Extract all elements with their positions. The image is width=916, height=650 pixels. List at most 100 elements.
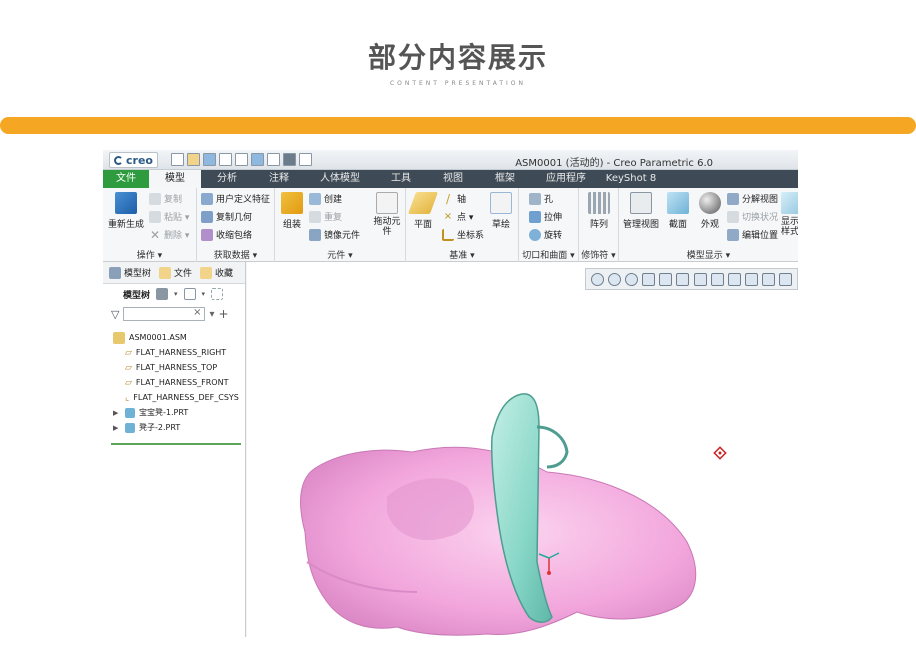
hole-button[interactable]: 孔	[529, 192, 553, 205]
chevron-down-icon[interactable]: ▾	[202, 290, 206, 298]
regenerate-label: 重新生成	[107, 220, 144, 230]
tab-analysis[interactable]: 分析	[201, 170, 253, 188]
assemble-button[interactable]: 组装	[277, 192, 307, 230]
toggle-status-button[interactable]: 切换状况	[727, 210, 778, 223]
model-tree-label: 模型树	[123, 290, 151, 301]
pattern-button[interactable]: 阵列	[584, 192, 614, 230]
regenerate-icon[interactable]	[251, 153, 264, 166]
tab-applications[interactable]: 应用程序	[531, 170, 601, 188]
favorites-icon	[200, 266, 213, 279]
extrude-button[interactable]: 拉伸	[529, 210, 562, 223]
tree-settings-icon[interactable]	[156, 288, 169, 300]
creo-logo[interactable]: creo	[109, 152, 158, 168]
point-button[interactable]: × 点 ▾	[442, 210, 474, 224]
new-file-icon[interactable]	[171, 153, 184, 166]
search-input[interactable]: ×	[123, 307, 206, 321]
stool-3d-model[interactable]	[247, 262, 798, 637]
expand-arrow-icon[interactable]: ▶	[113, 409, 121, 417]
group-label-get-data[interactable]: 获取数据 ▾	[197, 248, 274, 261]
tab-annotate[interactable]: 注释	[253, 170, 305, 188]
expand-arrow-icon[interactable]: ▶	[113, 424, 121, 432]
tree-filter-icon[interactable]	[211, 288, 224, 300]
axis-button[interactable]: / 轴	[442, 192, 466, 206]
section-icon	[667, 192, 689, 214]
tree-node-right[interactable]: ▱ FLAT_HARNESS_RIGHT	[111, 345, 245, 360]
navigator-tabs: 模型树 文件 收藏	[103, 262, 245, 284]
plane-button[interactable]: 平面	[407, 192, 439, 230]
clear-icon[interactable]: ×	[193, 307, 201, 318]
tree-node-top[interactable]: ▱ FLAT_HARNESS_TOP	[111, 360, 245, 375]
tree-node-csys[interactable]: ⌞ FLAT_HARNESS_DEF_CSYS	[111, 390, 245, 405]
mirror-component-button[interactable]: 镜像元件	[309, 228, 360, 241]
close-window-icon[interactable]	[283, 153, 296, 166]
divider-bar	[0, 117, 916, 134]
display-style-button[interactable]: 显示样式	[781, 192, 798, 237]
spin-center-dot	[718, 451, 722, 455]
paste-button[interactable]: 粘贴 ▾	[149, 210, 189, 223]
windows-icon[interactable]	[267, 153, 280, 166]
edit-position-icon	[727, 228, 739, 241]
group-label-model-display[interactable]: 模型显示 ▾	[619, 248, 798, 261]
model-tree-icon	[109, 266, 121, 279]
tab-keyshot[interactable]: KeyShot 8	[601, 170, 661, 188]
funnel-icon[interactable]: ▽	[111, 308, 119, 321]
group-label-modifiers[interactable]: 修饰符 ▾	[579, 248, 618, 261]
chevron-down-icon[interactable]: ▾	[174, 290, 178, 298]
section-button[interactable]: 截面	[663, 192, 693, 230]
tree-node-part-2[interactable]: ▶ 凳子-2.PRT	[111, 420, 245, 435]
csys-button[interactable]: 坐标系	[442, 228, 484, 241]
customize-toolbar-icon[interactable]	[299, 153, 312, 166]
group-label-component[interactable]: 元件 ▾	[275, 248, 405, 261]
add-icon[interactable]: +	[219, 307, 229, 321]
group-label-datum[interactable]: 基准 ▾	[406, 248, 518, 261]
tab-favorites[interactable]: 收藏	[200, 266, 233, 279]
tab-file[interactable]: 文件	[103, 170, 149, 188]
delete-button[interactable]: ✕ 删除 ▾	[149, 228, 189, 242]
tree-node-part-1[interactable]: ▶ 宝宝凳-1.PRT	[111, 405, 245, 420]
part-icon	[125, 422, 135, 433]
tab-framework[interactable]: 框架	[479, 170, 531, 188]
model-tree-toolbar: 模型树 ▾ ▾	[103, 284, 245, 304]
tab-tools[interactable]: 工具	[375, 170, 427, 188]
save-icon[interactable]	[203, 153, 216, 166]
edit-position-button[interactable]: 编辑位置	[727, 228, 778, 241]
redo-icon[interactable]	[235, 153, 248, 166]
manage-views-button[interactable]: 管理视图	[622, 192, 660, 230]
tab-manikin[interactable]: 人体模型	[305, 170, 375, 188]
csys-origin	[547, 571, 551, 575]
tab-view[interactable]: 视图	[427, 170, 479, 188]
page-heading: 部分内容展示 CONTENT PRESENTATION	[0, 36, 916, 87]
revolve-button[interactable]: 旋转	[529, 228, 562, 241]
sketch-button[interactable]: 草绘	[486, 192, 516, 230]
open-folder-icon[interactable]	[187, 153, 200, 166]
graphics-viewport[interactable]	[247, 262, 798, 637]
undo-icon[interactable]	[219, 153, 232, 166]
repeat-button[interactable]: 重复	[309, 210, 342, 223]
create-button[interactable]: 创建	[309, 192, 342, 205]
create-icon	[309, 192, 321, 205]
group-label-operations[interactable]: 操作 ▾	[103, 248, 196, 261]
copy-button[interactable]: 复制	[149, 192, 182, 205]
tree-node-asm[interactable]: ASM0001.ASM	[111, 330, 245, 345]
tab-model[interactable]: 模型	[149, 170, 201, 188]
explode-view-button[interactable]: 分解视图	[727, 192, 778, 205]
regenerate-button[interactable]: 重新生成	[106, 192, 146, 230]
copy-geometry-button[interactable]: 复制几何	[201, 210, 252, 223]
udf-icon	[201, 192, 213, 205]
seat-recess	[387, 478, 475, 541]
tab-folder-browser[interactable]: 文件	[159, 266, 192, 279]
creo-logo-icon	[114, 155, 123, 165]
part-icon	[125, 407, 135, 418]
group-get-data: 用户定义特征 复制几何 收缩包络 获取数据 ▾	[197, 188, 275, 262]
tab-model-tree[interactable]: 模型树	[109, 266, 151, 279]
appearance-sphere-icon	[699, 192, 721, 214]
udf-button[interactable]: 用户定义特征	[201, 192, 270, 205]
show-list-icon[interactable]	[183, 288, 196, 300]
group-label-cut-surface[interactable]: 切口和曲面 ▾	[519, 248, 578, 261]
page-title: 部分内容展示	[367, 41, 548, 74]
tree-node-front[interactable]: ▱ FLAT_HARNESS_FRONT	[111, 375, 245, 390]
drag-component-button[interactable]: 拖动元件	[371, 192, 403, 237]
chevron-down-icon[interactable]: ▾	[209, 309, 214, 320]
appearance-button[interactable]: 外观	[695, 192, 725, 230]
shrinkwrap-button[interactable]: 收缩包络	[201, 228, 252, 241]
